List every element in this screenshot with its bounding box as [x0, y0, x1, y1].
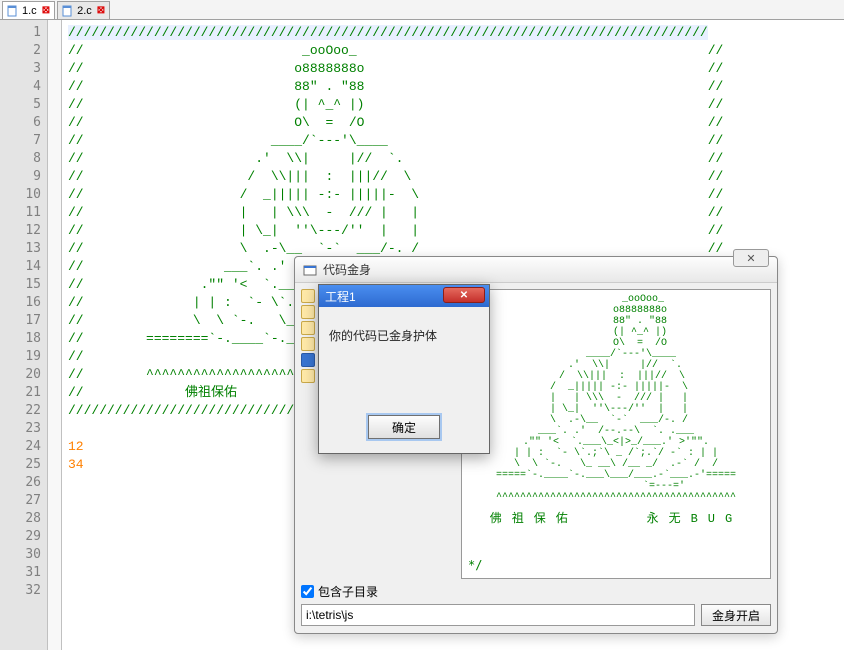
comment-end: */	[468, 558, 482, 572]
close-icon[interactable]: ⊠	[97, 5, 105, 16]
file-icon	[62, 5, 74, 17]
dialog-title: 工程1	[325, 288, 356, 305]
checkbox-label: 包含子目录	[318, 583, 378, 600]
preview-pane: _ooOoo_ o8888888o 88" . "88 (| ^_^ |) O\…	[461, 289, 771, 579]
tab-label: 2.c	[77, 5, 92, 17]
app-icon	[303, 263, 317, 277]
dialog-close-button[interactable]: ✕	[443, 287, 485, 303]
window-titlebar[interactable]: 代码金身	[295, 257, 777, 283]
buddha-ascii-art: _ooOoo_ o8888888o 88" . "88 (| ^_^ |) O\…	[462, 290, 770, 525]
close-icon: ✕	[460, 290, 468, 301]
file-list-stub	[301, 289, 315, 399]
file-icon	[7, 5, 19, 17]
close-icon[interactable]: ⊠	[42, 5, 50, 16]
fold-column	[48, 20, 62, 650]
golden-enable-button[interactable]: 金身开启	[701, 604, 771, 626]
tab-bar: 1.c ⊠ 2.c ⊠	[0, 0, 844, 20]
bottom-controls: 包含子目录 金身开启	[301, 583, 771, 627]
close-icon: ✕	[746, 252, 755, 265]
dialog-titlebar[interactable]: 工程1 ✕	[319, 285, 489, 307]
checkbox-input[interactable]	[301, 585, 314, 598]
dialog-message: 你的代码已金身护体	[319, 307, 489, 415]
window-close-button[interactable]: ✕	[733, 249, 769, 267]
line-gutter: 1234567891011121314151617181920212223242…	[0, 20, 48, 650]
tab-file-2[interactable]: 2.c ⊠	[57, 1, 110, 19]
ok-button[interactable]: 确定	[368, 415, 440, 439]
include-subdir-checkbox[interactable]: 包含子目录	[301, 583, 771, 600]
dialog-project1: 工程1 ✕ 你的代码已金身护体 确定	[318, 284, 490, 454]
tab-label: 1.c	[22, 5, 37, 17]
path-input[interactable]	[301, 604, 695, 626]
tab-file-1[interactable]: 1.c ⊠	[2, 1, 55, 19]
window-title: 代码金身	[323, 261, 371, 278]
